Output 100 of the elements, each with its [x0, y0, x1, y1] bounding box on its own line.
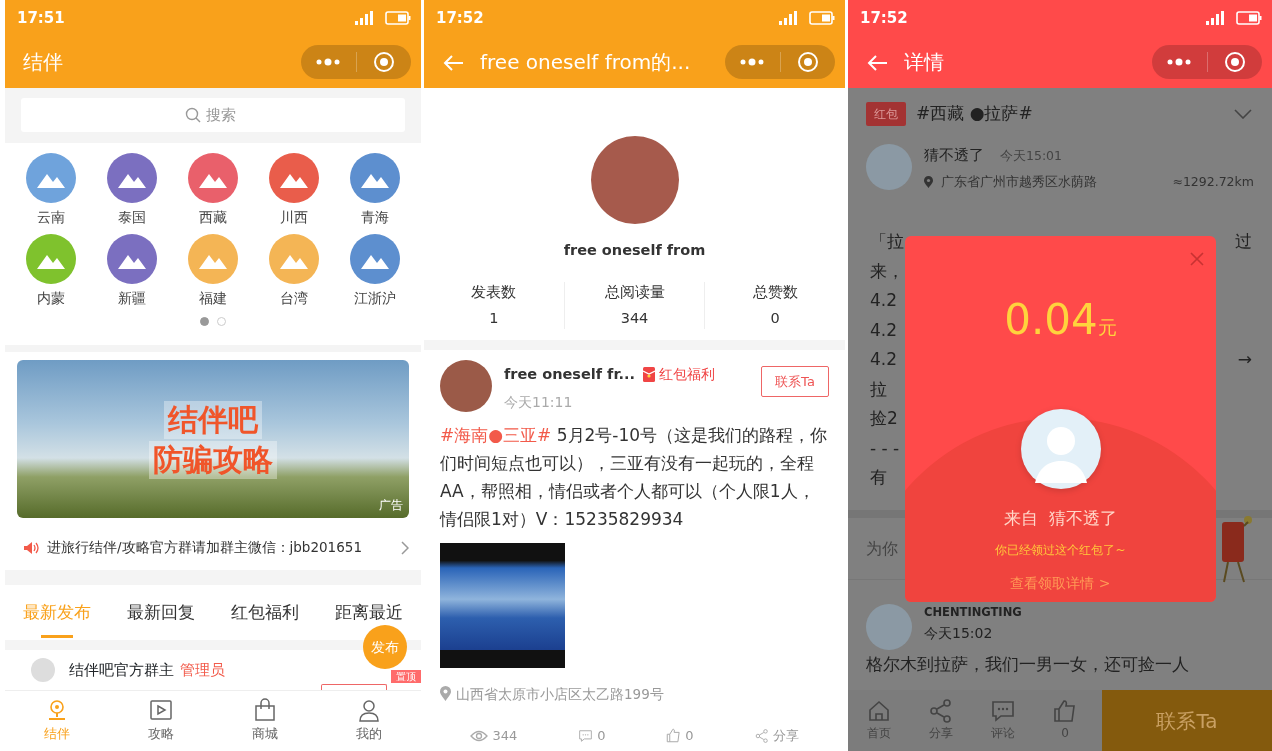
search-icon [185, 107, 201, 123]
home-icon [867, 699, 891, 723]
share-icon [754, 728, 769, 743]
battery-icon [1236, 11, 1262, 25]
stat-value: 0 [770, 308, 780, 328]
post-text: 4.2 [870, 318, 898, 342]
pinned-ribbon: 置顶 [391, 670, 421, 683]
stat-label: 总赞数 [752, 282, 798, 302]
location-pin-icon [440, 686, 451, 702]
category-button[interactable]: 内蒙 [11, 234, 92, 309]
page-indicator-dot[interactable] [217, 317, 226, 326]
welfare-label: 红包福利 [659, 365, 715, 385]
stat-label: 总阅读量 [604, 282, 665, 302]
notice-text[interactable]: 进旅行结伴/攻略官方群请加群主微信：jbb201651 [47, 537, 362, 558]
post-text: 有 [870, 466, 887, 489]
amount-text: 0.04元 [1004, 294, 1117, 346]
stat-value: 1 [489, 308, 499, 328]
target-icon [796, 51, 819, 73]
ad-label: 广告 [379, 497, 403, 514]
avatar [866, 144, 912, 190]
section-label: 为你 [866, 537, 898, 560]
photo-placeholder[interactable] [440, 542, 565, 668]
avatar-image [866, 604, 912, 650]
target-icon [1223, 51, 1246, 73]
banner-headline: 结伴吧 [164, 401, 262, 439]
hashtag-link[interactable]: #海南●三亚# [440, 424, 552, 445]
category-button[interactable]: 青海 [334, 153, 415, 228]
category-button[interactable]: 云南 [11, 153, 92, 228]
speaker-icon [23, 540, 39, 555]
commenter-name: CHENTINGTING [924, 604, 1022, 621]
category-button[interactable]: 新疆 [91, 234, 173, 309]
location-text: 广东省广州市越秀区水荫路 [941, 172, 1097, 191]
contact-button[interactable] [321, 684, 387, 690]
avatar-photo [440, 360, 492, 412]
role-label: 管理员 [180, 659, 225, 681]
feed-tab[interactable]: 最新回复 [123, 600, 199, 624]
chevron-right-icon [401, 540, 409, 555]
category-button[interactable]: 川西 [253, 153, 335, 228]
post-text: - - - [870, 436, 900, 460]
page-title: 结伴 [23, 49, 63, 76]
bottom-nav-item[interactable]: 攻略 [131, 698, 191, 744]
status-time: 17:51 [17, 7, 65, 29]
page-title: 详情 [904, 49, 944, 76]
claimed-message: 你已经领过这个红包了~ [995, 542, 1126, 559]
category-button[interactable]: 西藏 [172, 153, 254, 228]
avatar [31, 658, 55, 682]
more-dots-icon [315, 58, 342, 66]
category-button[interactable]: 福建 [172, 234, 254, 309]
search-field[interactable]: 搜索 [21, 98, 405, 132]
banner-image[interactable]: 结伴吧 防骗攻略 广告 [17, 360, 409, 518]
post-time: 今天11:11 [504, 392, 574, 412]
person-icon [357, 698, 381, 723]
stat-value: 344 [620, 308, 649, 328]
category-button[interactable]: 江浙沪 [334, 234, 415, 309]
sender-text: 来自 猜不透了 [1004, 507, 1117, 529]
status-time: 17:52 [860, 7, 908, 29]
stat-label: 发表数 [471, 282, 517, 302]
hashtag-title: #西藏 ●拉萨# [916, 102, 1033, 126]
contact-button[interactable]: 联系Ta [761, 366, 829, 397]
share-icon [929, 699, 953, 723]
eye-icon [470, 729, 489, 742]
location-text: 山西省太原市小店区太乙路199号 [456, 684, 664, 704]
play-icon [149, 698, 173, 723]
chevron-down-icon[interactable] [1234, 109, 1252, 119]
post-text: → [1237, 348, 1252, 371]
target-icon [372, 51, 395, 73]
profile-name: free oneself from [563, 241, 706, 260]
page-indicator-dot[interactable] [200, 317, 209, 326]
post-text: 4.2 [870, 348, 898, 371]
category-tag: 红包 [866, 102, 906, 126]
back-arrow-icon [866, 53, 888, 72]
post-text: #海南●三亚# 5月2号-10号（这是我们的路程，你们时间短点也可以），三亚有没有一起玩的，全程AA，帮照相，情侣或者个人都可以（个人限1人，情侣限1对）V：15235829934 [440, 423, 829, 531]
author-name: 结伴吧官方群主 [69, 659, 174, 681]
post-text: 来， [870, 259, 904, 283]
thumbs-up-icon [1053, 699, 1077, 723]
page-title: free oneself from的... [480, 49, 691, 76]
bottom-nav-item[interactable]: 商城 [235, 698, 295, 744]
envelope-icon [643, 367, 655, 383]
post-text: 捡2 [870, 407, 898, 430]
battery-icon [385, 11, 411, 25]
feed-tab[interactable]: 红包福利 [227, 600, 303, 624]
battery-icon [809, 11, 835, 25]
more-dots-icon [739, 58, 766, 66]
back-arrow-icon [442, 53, 464, 72]
more-dots-icon [1166, 58, 1193, 66]
feed-tab[interactable]: 距离最近 [331, 600, 407, 624]
status-time: 17:52 [436, 7, 484, 29]
author-name[interactable]: free oneself fr... [504, 364, 635, 386]
comment-time: 今天15:02 [924, 624, 994, 644]
comment-text: 格尔木到拉萨，我们一男一女，还可捡一人 [865, 653, 1190, 676]
post-text: 拉 [870, 377, 887, 401]
post-text: 过 [1235, 230, 1252, 253]
banner-subheadline: 防骗攻略 [149, 441, 277, 479]
category-button[interactable]: 泰国 [91, 153, 173, 228]
distance-text: ≈1292.72km [1172, 172, 1254, 191]
category-button[interactable]: 台湾 [253, 234, 335, 309]
comment-icon [991, 699, 1015, 723]
location-pin-icon [924, 175, 933, 188]
author-name: 猜不透了 [924, 145, 984, 166]
bottom-nav-item[interactable]: 我的 [339, 698, 399, 744]
